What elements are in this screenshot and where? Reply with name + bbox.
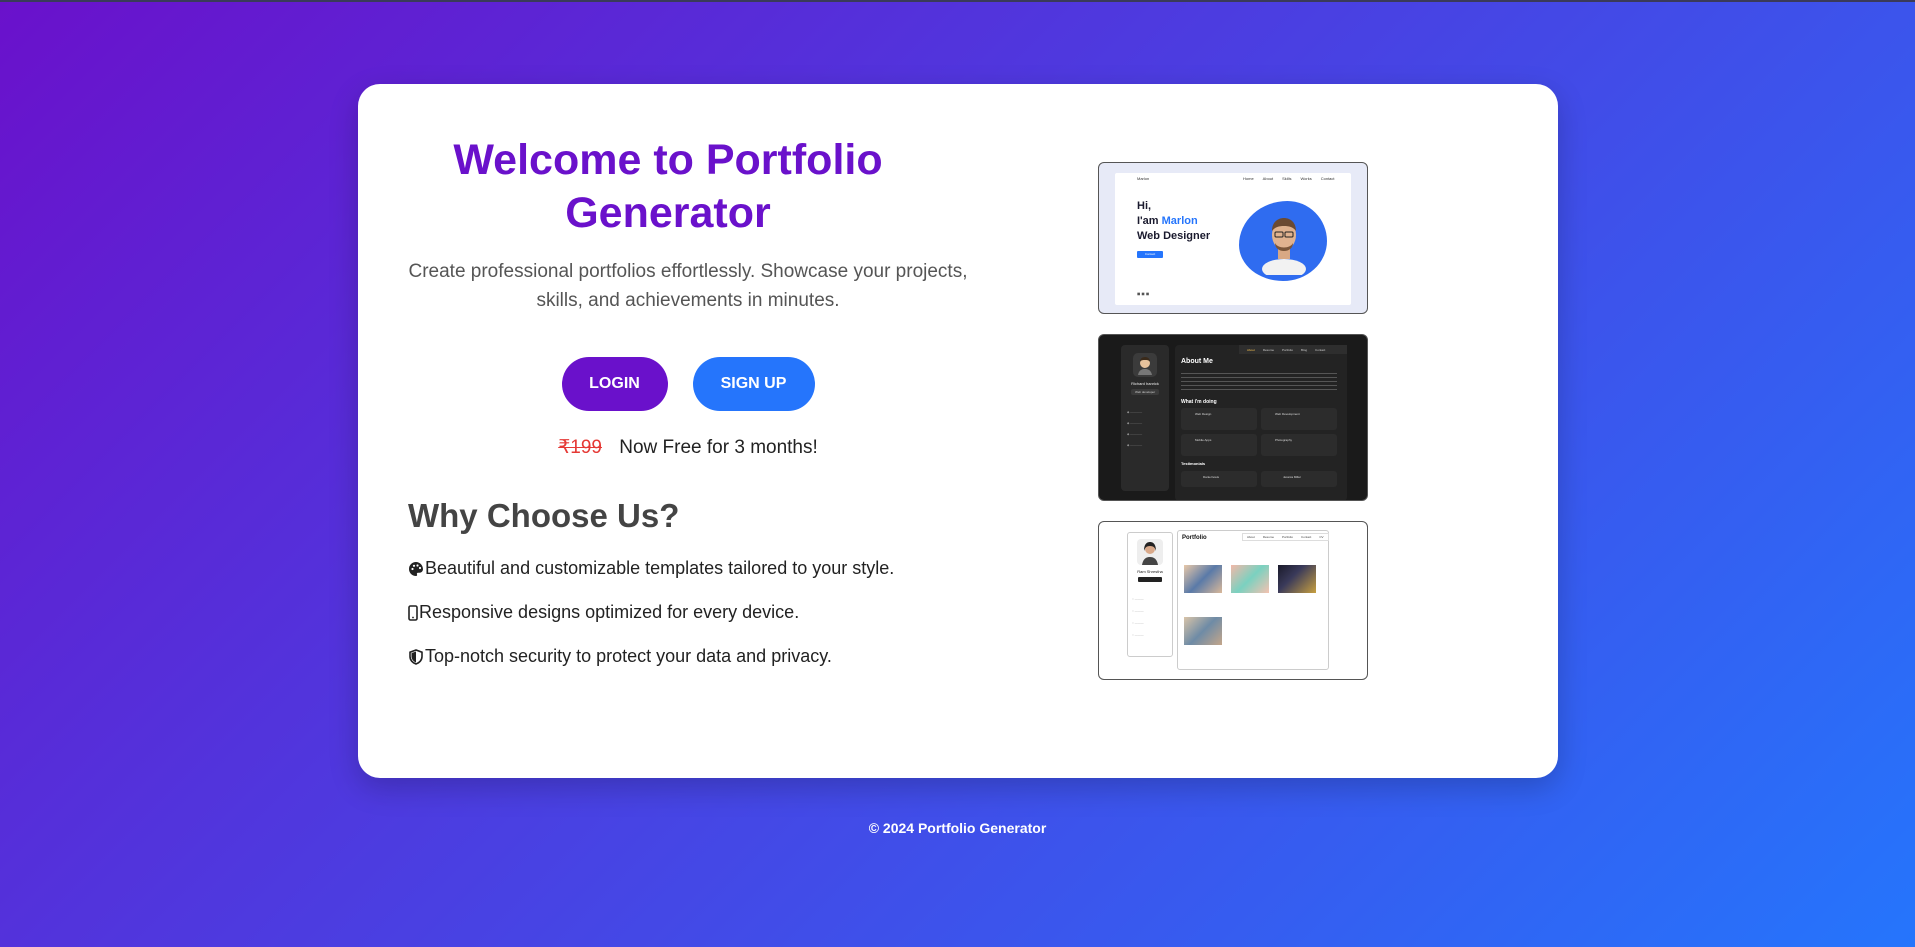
preview-project-thumb: [1278, 565, 1316, 593]
preview-project-thumb: [1184, 617, 1222, 645]
preview-services-heading: What i'm doing: [1181, 399, 1217, 405]
footer-copyright: © 2024 Portfolio Generator: [868, 820, 1047, 836]
preview-service-label: Mobile Apps: [1195, 438, 1212, 442]
preview-brand: Marlon: [1137, 176, 1150, 181]
preview-service-label: Web Development: [1275, 412, 1300, 416]
preview-intro: I'am Marlon: [1137, 215, 1198, 227]
preview-nav: Home About Skills Works Contact: [1243, 176, 1335, 181]
avatar: [1259, 211, 1309, 279]
preview-nav-item: Skills: [1282, 176, 1292, 181]
preview-nav-item: Works: [1300, 176, 1312, 181]
preview-nav-item: Contact: [1315, 347, 1326, 352]
preview-nav-item: Resume: [1262, 535, 1275, 539]
preview-contact-list: ◆ ———— ◆ ———— ◆ ———— ◆ ————: [1127, 410, 1143, 447]
feature-text: Beautiful and customizable templates tai…: [425, 558, 895, 578]
preview-heading: About Me: [1181, 358, 1213, 365]
preview-testimonial-name: Daniel lewis: [1203, 475, 1220, 479]
preview-project-thumb: [1184, 565, 1222, 593]
preview-nav-item: About: [1247, 347, 1255, 352]
preview-nav-item: Contact: [1301, 535, 1312, 539]
shield-icon: [408, 648, 424, 665]
preview-nav-item: Portfolio: [1282, 535, 1294, 539]
template-preview-portfolio[interactable]: Ram Shrestha ○ ——— ○ ——— ○ ——— ○ ——— Portfo…: [1098, 521, 1368, 680]
template-preview-dark[interactable]: Richard hanrick Web developer ◆ ———— ◆ ——…: [1098, 334, 1368, 501]
pricing-line: ₹199 Now Free for 3 months!: [408, 436, 968, 459]
preview-nav-item: About: [1262, 176, 1274, 181]
preview-badge: [1138, 577, 1162, 582]
auth-buttons: LOGIN SIGN UP: [408, 357, 968, 411]
preview-profile-name: Richard hanrick: [1131, 381, 1159, 386]
preview-service-card: Web Development: [1261, 408, 1337, 430]
preview-project-thumb: [1231, 565, 1269, 593]
feature-item: Responsive designs optimized for every d…: [408, 602, 968, 623]
preview-nav-item: Portfolio: [1282, 347, 1294, 352]
preview-greeting: Hi,: [1137, 200, 1152, 212]
mobile-icon: [408, 604, 418, 621]
preview-nav-item: CV: [1319, 535, 1324, 539]
preview-profile-name: Ram Shrestha: [1137, 569, 1163, 574]
preview-testimonials-heading: Testimonials: [1181, 461, 1206, 466]
preview-service-label: Photography: [1275, 438, 1293, 442]
preview-nav: About Resume Portfolio Contact CV: [1242, 533, 1329, 541]
preview-nav-item: Contact: [1320, 176, 1335, 181]
preview-profile-role: Web developer: [1131, 389, 1159, 395]
why-heading: Why Choose Us?: [408, 497, 680, 534]
signup-button[interactable]: SIGN UP: [692, 357, 815, 411]
preview-service-card: Mobile Apps: [1181, 434, 1257, 456]
preview-testimonial-card: Jessica Miller: [1261, 471, 1337, 487]
template-previews: Marlon Home About Skills Works Contact H…: [1098, 162, 1368, 700]
free-offer: Now Free for 3 months!: [619, 437, 818, 458]
preview-social-icons: ◼ ◼ ◼: [1137, 291, 1150, 296]
preview-hero-text: Hi, I'am Marlon Web Designer: [1137, 199, 1210, 244]
preview-cta: Contact: [1137, 251, 1163, 258]
preview-service-card: Web Design: [1181, 408, 1257, 430]
preview-role: Web Designer: [1137, 230, 1211, 242]
preview-testimonial-card: Daniel lewis: [1181, 471, 1257, 487]
template-preview-light[interactable]: Marlon Home About Skills Works Contact H…: [1098, 162, 1368, 314]
feature-item: Beautiful and customizable templates tai…: [408, 558, 968, 579]
preview-nav-item: Blog: [1301, 347, 1308, 352]
main-card: Welcome to Portfolio Generator Create pr…: [358, 84, 1558, 778]
preview-nav-item: Home: [1243, 176, 1254, 181]
palette-icon: [408, 561, 424, 577]
page-subtitle: Create professional portfolios effortles…: [408, 261, 968, 311]
feature-text: Top-notch security to protect your data …: [425, 646, 832, 666]
preview-paragraph: [1181, 373, 1337, 393]
preview-service-label: Web Design: [1195, 412, 1212, 416]
avatar: [1137, 539, 1163, 565]
feature-text: Responsive designs optimized for every d…: [419, 602, 800, 622]
preview-nav-item: Resume: [1262, 347, 1275, 352]
intro-section: Welcome to Portfolio Generator Create pr…: [408, 134, 968, 667]
page-title: Welcome to Portfolio Generator: [453, 136, 883, 237]
preview-service-card: Photography: [1261, 434, 1337, 456]
login-button[interactable]: LOGIN: [561, 357, 668, 411]
preview-nav: About Resume Portfolio Blog Contact: [1239, 345, 1347, 354]
feature-item: Top-notch security to protect your data …: [408, 646, 968, 667]
preview-contact-list: ○ ——— ○ ——— ○ ——— ○ ———: [1132, 597, 1144, 637]
preview-heading: Portfolio: [1182, 535, 1207, 541]
preview-testimonial-name: Jessica Miller: [1283, 475, 1302, 479]
old-price: ₹199: [558, 437, 602, 458]
preview-nav-item: About: [1247, 535, 1255, 539]
avatar: [1133, 353, 1157, 377]
